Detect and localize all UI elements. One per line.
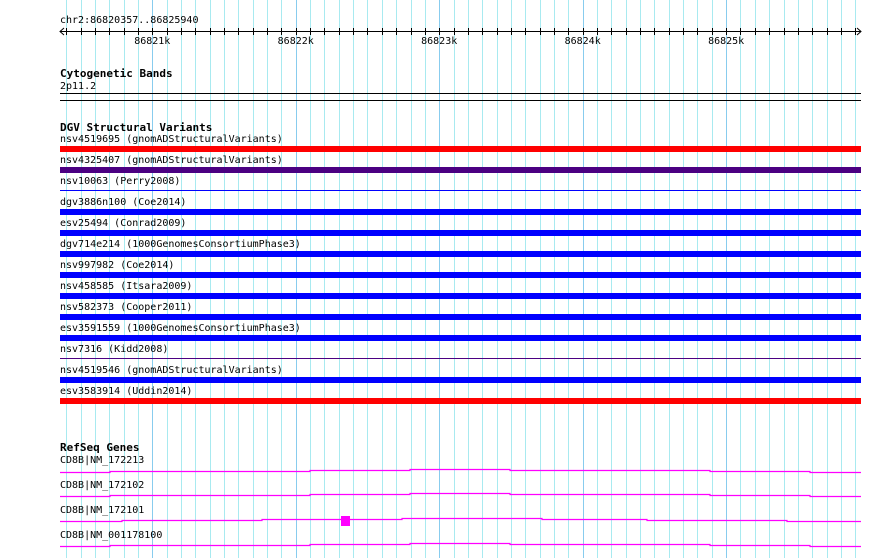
- dgv-feature-label[interactable]: nsv997982 (Coe2014): [60, 260, 174, 271]
- gene-label[interactable]: CD8B|NM_172101: [60, 505, 144, 516]
- dgv-feature-label[interactable]: esv3591559 (1000GenomesConsortiumPhase3): [60, 323, 301, 334]
- cytoband-label: 2p11.2: [60, 81, 97, 92]
- dgv-variant-bar: [60, 398, 861, 404]
- dgv-variant-bar: [60, 377, 861, 383]
- gene-exon: [341, 516, 350, 526]
- dgv-feature-label[interactable]: nsv4519546 (gnomADStructuralVariants): [60, 365, 283, 376]
- dgv-feature-label[interactable]: esv3583914 (Uddin2014): [60, 386, 192, 397]
- gene-label[interactable]: CD8B|NM_001178100: [60, 530, 162, 541]
- dgv-variant-bar: [60, 272, 861, 278]
- track-canvas: [59, 0, 862, 558]
- dgv-feature-label[interactable]: nsv582373 (Cooper2011): [60, 302, 192, 313]
- dgv-feature-label[interactable]: nsv458585 (Itsara2009): [60, 281, 192, 292]
- gene-label[interactable]: CD8B|NM_172102: [60, 480, 144, 491]
- dgv-feature-label[interactable]: nsv7316 (Kidd2008): [60, 344, 168, 355]
- dgv-feature-label[interactable]: esv25494 (Conrad2009): [60, 218, 186, 229]
- dgv-variant-bar: [60, 314, 861, 320]
- dgv-variant-bar: [60, 230, 861, 236]
- dgv-feature-label[interactable]: dgv714e214 (1000GenomesConsortiumPhase3): [60, 239, 301, 250]
- cytobands-track-title[interactable]: Cytogenetic Bands: [60, 68, 173, 80]
- dgv-variant-bar: [60, 293, 861, 299]
- dgv-variant-bar: [60, 146, 861, 152]
- ruler-tick-label: 86824k: [564, 36, 601, 47]
- dgv-variant-bar: [60, 251, 861, 257]
- dgv-feature-label[interactable]: nsv10063 (Perry2008): [60, 176, 180, 187]
- dgv-feature-label[interactable]: dgv3886n100 (Coe2014): [60, 197, 186, 208]
- ruler-tick-label: 86821k: [134, 36, 171, 47]
- dgv-variant-bar: [60, 335, 861, 341]
- refseq-track-title[interactable]: RefSeq Genes: [60, 442, 139, 454]
- ruler-tick-label: 86822k: [277, 36, 314, 47]
- dgv-feature-label[interactable]: nsv4519695 (gnomADStructuralVariants): [60, 134, 283, 145]
- dgv-variant-bar: [60, 209, 861, 215]
- ruler-tick-label: 86825k: [708, 36, 745, 47]
- gene-label[interactable]: CD8B|NM_172213: [60, 455, 144, 466]
- ruler-tick-label: 86823k: [421, 36, 458, 47]
- dgv-track-title[interactable]: DGV Structural Variants: [60, 122, 212, 134]
- dgv-feature-label[interactable]: nsv4325407 (gnomADStructuralVariants): [60, 155, 283, 166]
- dgv-variant-bar: [60, 167, 861, 173]
- region-label: chr2:86820357..86825940: [60, 15, 199, 26]
